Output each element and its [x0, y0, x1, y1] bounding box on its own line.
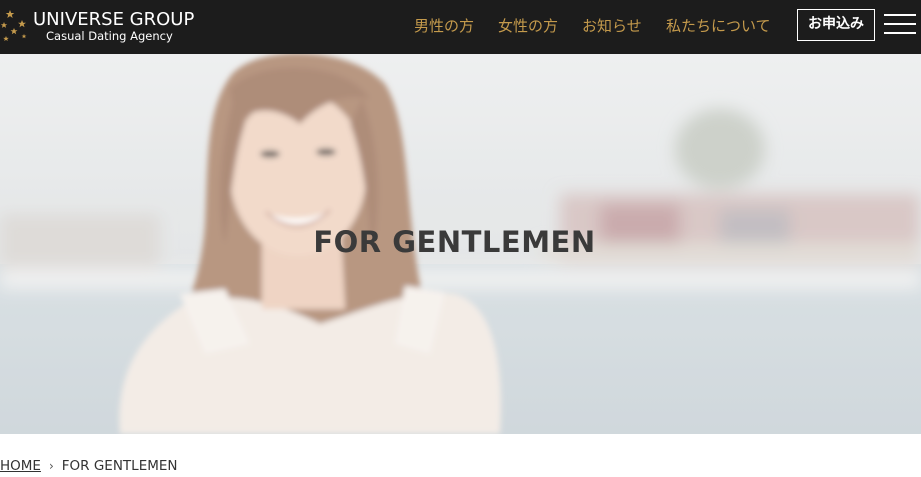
hamburger-line: [884, 23, 916, 25]
breadcrumb: HOME › FOR GENTLEMEN: [0, 456, 178, 476]
hamburger-line: [884, 14, 916, 16]
hamburger-line: [884, 32, 916, 34]
apply-button[interactable]: お申込み: [797, 9, 875, 41]
brand-title: UNIVERSE GROUP: [33, 9, 195, 30]
nav-item-ladies[interactable]: 女性の方: [498, 15, 558, 37]
stars-icon: [0, 10, 27, 41]
nav-item-about[interactable]: 私たちについて: [666, 15, 771, 37]
breadcrumb-home-link[interactable]: HOME: [0, 458, 41, 474]
hamburger-menu-icon[interactable]: [884, 11, 916, 37]
site-header: UNIVERSE GROUP Casual Dating Agency 男性の方…: [0, 0, 921, 54]
chevron-right-icon: ›: [48, 459, 54, 473]
brand-logo[interactable]: UNIVERSE GROUP Casual Dating Agency: [0, 4, 200, 48]
page-title: FOR GENTLEMEN: [313, 225, 596, 259]
breadcrumb-current: FOR GENTLEMEN: [61, 458, 178, 474]
nav-item-news[interactable]: お知らせ: [582, 15, 642, 37]
nav-item-gentlemen[interactable]: 男性の方: [414, 15, 474, 37]
brand-subtitle: Casual Dating Agency: [46, 29, 173, 43]
hero-banner: FOR GENTLEMEN: [0, 54, 921, 434]
